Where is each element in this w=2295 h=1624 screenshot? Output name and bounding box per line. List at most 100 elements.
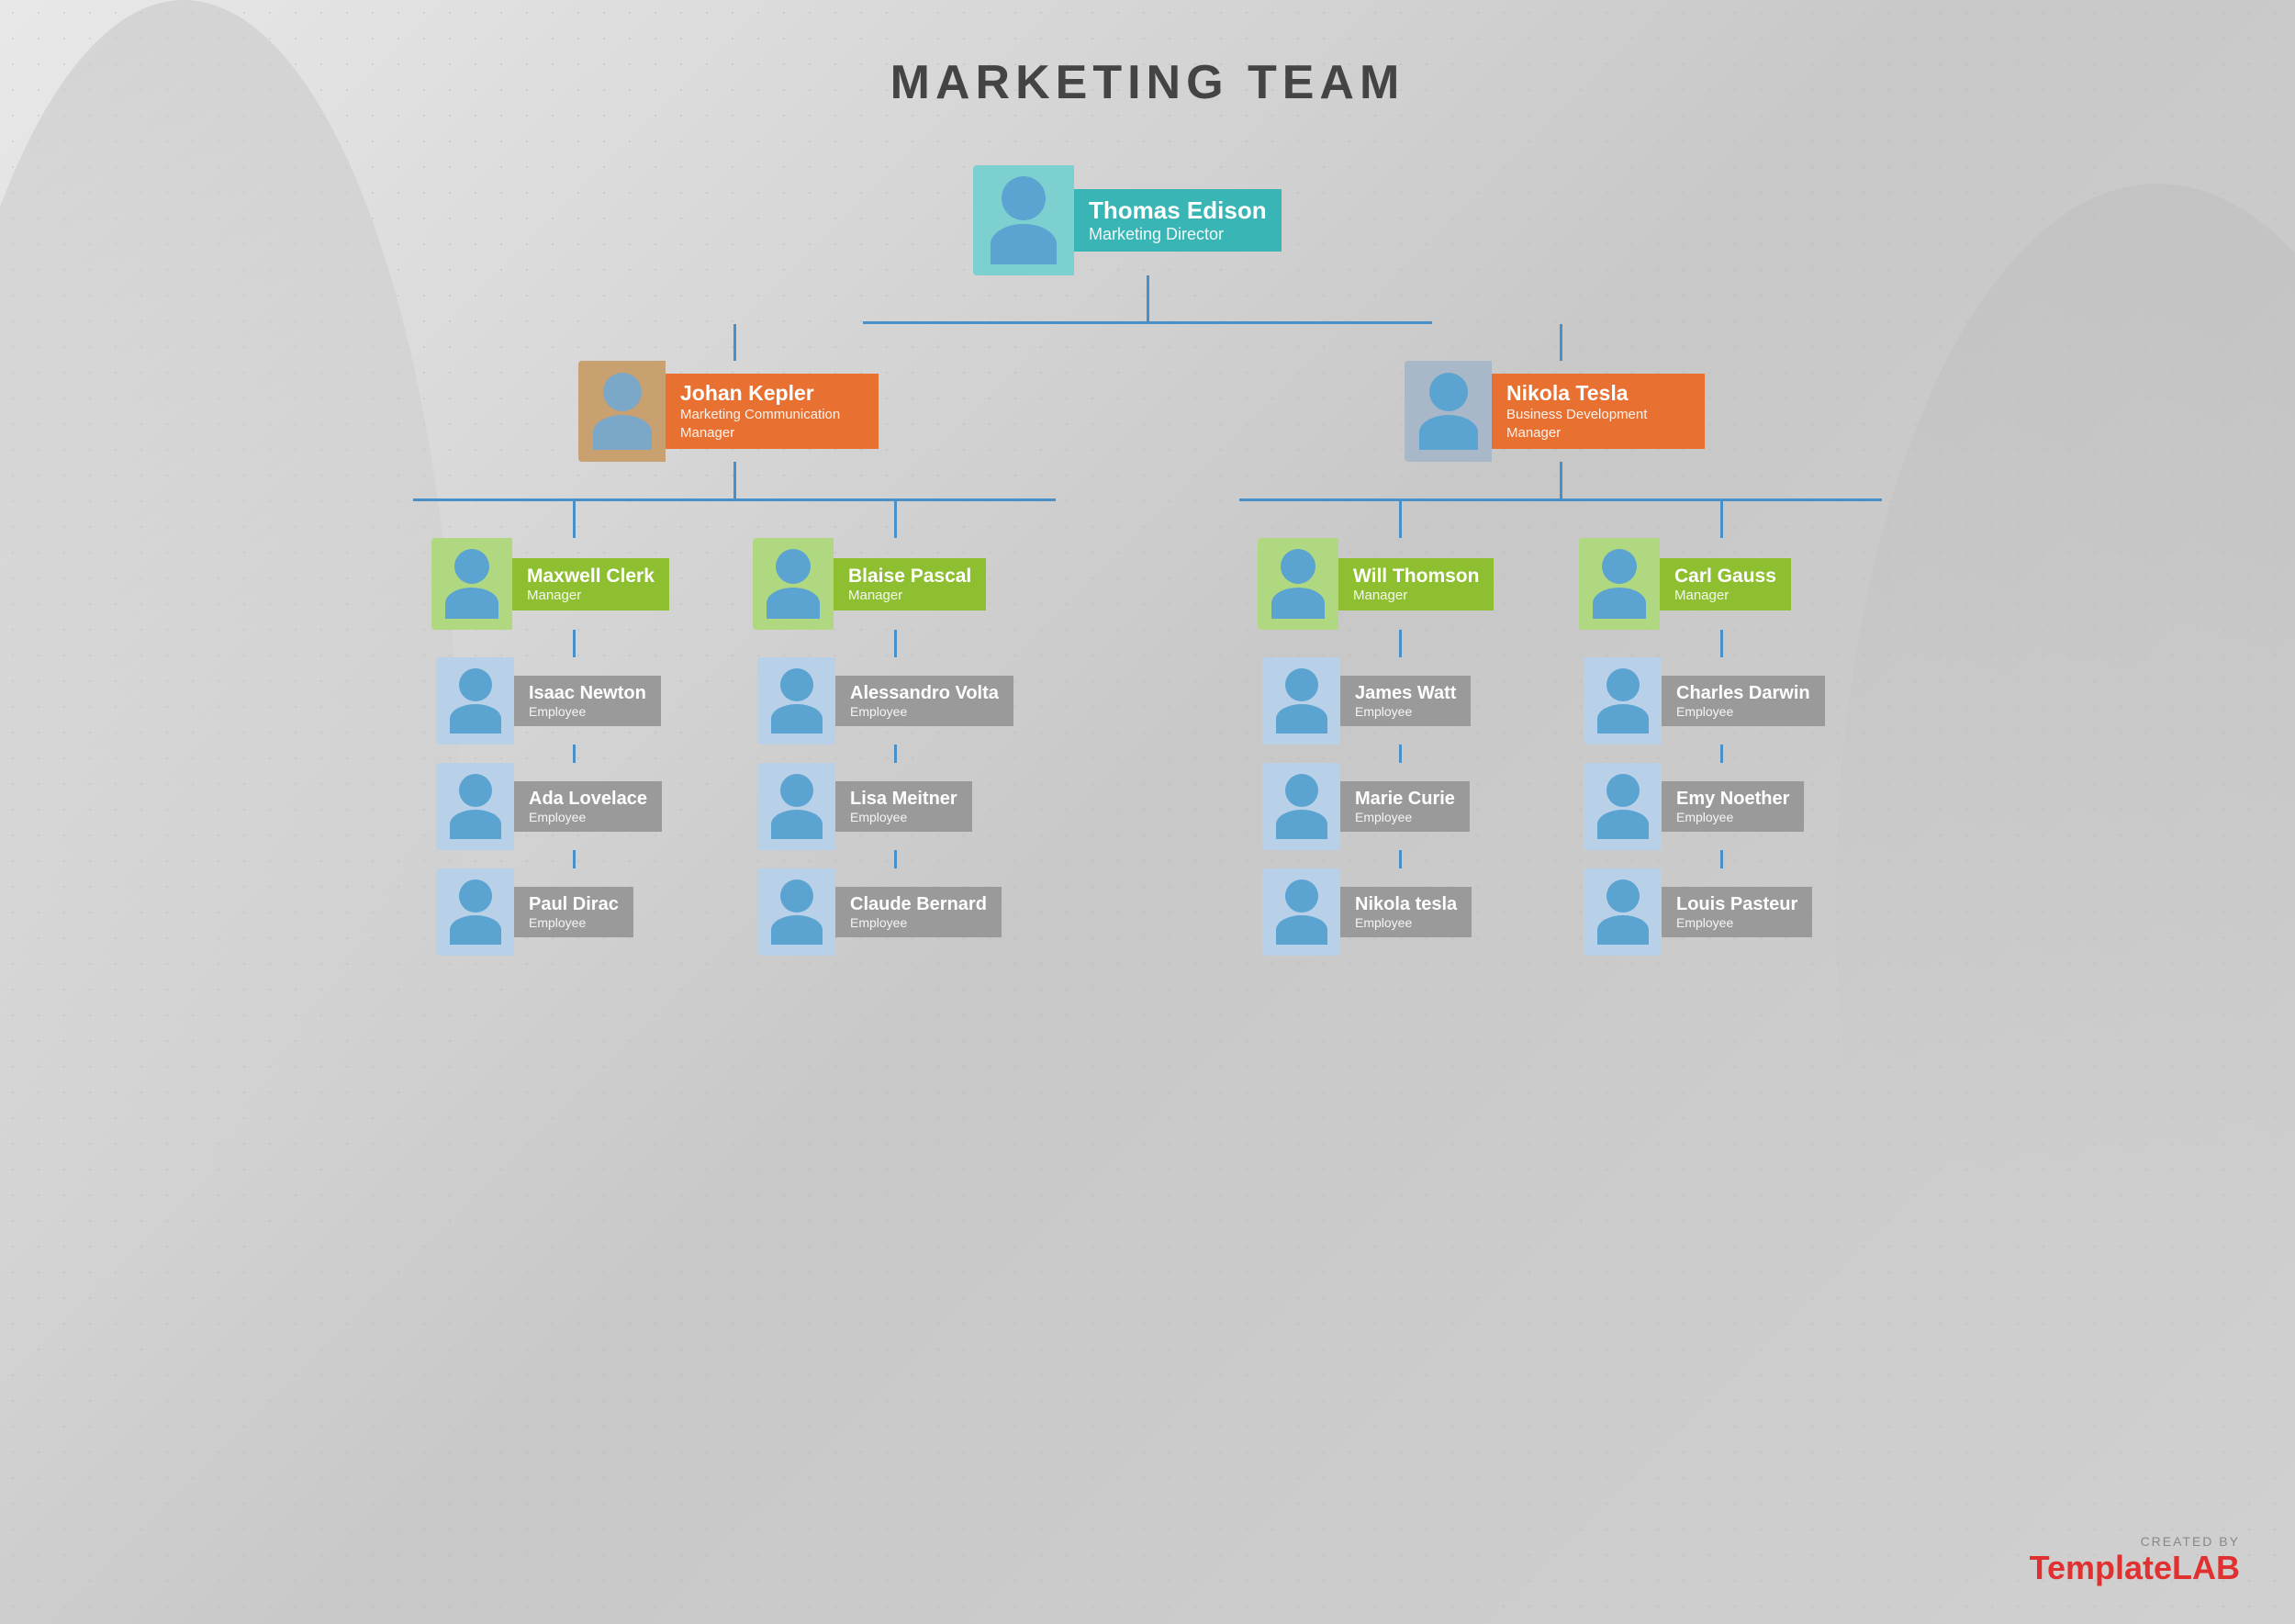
- l1-right-role: Business Development Manager: [1506, 406, 1690, 442]
- page-content: MARKETING TEAM Thomas Edison: [0, 0, 2295, 1029]
- l2-3-employees: James Watt Employee: [1262, 657, 1538, 956]
- page-title: MARKETING TEAM: [73, 55, 2222, 110]
- l3-2-2-info: Lisa Meitner Employee: [835, 781, 972, 832]
- conn-l1-left-v: [733, 324, 736, 361]
- l2-1-name: Maxwell Clerk: [527, 566, 655, 588]
- l3-3-2-avatar: [1262, 763, 1340, 850]
- l3-3-1-info: James Watt Employee: [1340, 676, 1471, 726]
- director-avatar: [973, 165, 1074, 275]
- director-silhouette: [991, 176, 1057, 264]
- director-name: Thomas Edison: [1089, 196, 1267, 225]
- l3-1-1-avatar: [436, 657, 514, 745]
- l3-3-1-name: James Watt: [1355, 683, 1456, 704]
- l2-4-node: Carl Gauss Manager: [1579, 538, 1864, 630]
- l2-right-children-row: Will Thomson Manager: [1239, 501, 1882, 956]
- l1-h-bar: [863, 321, 1432, 324]
- l3-4-1-avatar: [1584, 657, 1662, 745]
- l2-1-node: Maxwell Clerk Manager: [431, 538, 716, 630]
- l3-2-2-card: Lisa Meitner Employee: [757, 763, 1033, 850]
- l3-4-2-info: Emy Noether Employee: [1662, 781, 1804, 832]
- watermark-brand-colored: LAB: [2172, 1549, 2240, 1586]
- l2-1-card: Maxwell Clerk Manager: [431, 538, 716, 630]
- l3-3-3-info: Nikola tesla Employee: [1340, 887, 1472, 937]
- l3-4-3-role: Employee: [1676, 915, 1797, 930]
- l3-1-2-card: Ada Lovelace Employee: [436, 763, 711, 850]
- conn-l1-right-v: [1560, 324, 1562, 361]
- l3-3-3-node: Nikola tesla Employee: [1262, 868, 1538, 956]
- conn-l2-4-v: [1720, 501, 1723, 538]
- l2-1-employees: Isaac Newton Employee: [436, 657, 711, 956]
- l3-1-3-card: Paul Dirac Employee: [436, 868, 711, 956]
- l3-1-2-info: Ada Lovelace Employee: [514, 781, 662, 832]
- l3-2-3-card: Claude Bernard Employee: [757, 868, 1033, 956]
- l2-1-avatar: [431, 538, 512, 630]
- l3-4-2-node: Emy Noether Employee: [1584, 763, 1859, 850]
- l3-3-3-role: Employee: [1355, 915, 1457, 930]
- l2-3-card: Will Thomson Manager: [1258, 538, 1542, 630]
- l2-2-role: Manager: [848, 588, 971, 603]
- l3-2-1-card: Alessandro Volta Employee: [757, 657, 1033, 745]
- director-branch: Thomas Edison Marketing Director: [863, 165, 1432, 324]
- director-card: Thomas Edison Marketing Director: [973, 165, 1322, 275]
- l3-1-3-node: Paul Dirac Employee: [436, 868, 711, 956]
- director-info: Thomas Edison Marketing Director: [1074, 189, 1282, 252]
- l1-left-branch: Johan Kepler Marketing Communication Man…: [413, 324, 1056, 956]
- l3-1-1-info: Isaac Newton Employee: [514, 676, 661, 726]
- l3-4-3-info: Louis Pasteur Employee: [1662, 887, 1812, 937]
- l3-4-3-avatar: [1584, 868, 1662, 956]
- h-connector-l1: [863, 321, 1432, 324]
- l3-2-2-name: Lisa Meitner: [850, 789, 957, 810]
- l2-4-employees: Charles Darwin Employee: [1584, 657, 1859, 956]
- watermark: CREATED BY TemplateLAB: [2030, 1534, 2240, 1587]
- l3-3-2-info: Marie Curie Employee: [1340, 781, 1470, 832]
- l1-right-info: Nikola Tesla Business Development Manage…: [1492, 374, 1705, 449]
- l3-4-3-name: Louis Pasteur: [1676, 894, 1797, 915]
- l3-1-2-name: Ada Lovelace: [529, 789, 647, 810]
- l3-1-1-name: Isaac Newton: [529, 683, 646, 704]
- l2-4-card: Carl Gauss Manager: [1579, 538, 1864, 630]
- l2-2-avatar: [753, 538, 834, 630]
- l3-1-3-role: Employee: [529, 915, 619, 930]
- l1-left-node: Johan Kepler Marketing Communication Man…: [578, 361, 890, 462]
- l3-4-1-info: Charles Darwin Employee: [1662, 676, 1825, 726]
- l3-4-2-avatar: [1584, 763, 1662, 850]
- l3-4-2-card: Emy Noether Employee: [1584, 763, 1859, 850]
- l3-1-1-role: Employee: [529, 704, 646, 719]
- l2-4-branch: Carl Gauss Manager: [1561, 501, 1882, 956]
- l1-right-name: Nikola Tesla: [1506, 381, 1690, 406]
- l3-1-2-node: Ada Lovelace Employee: [436, 763, 711, 850]
- l3-4-1-card: Charles Darwin Employee: [1584, 657, 1859, 745]
- l3-2-2-role: Employee: [850, 810, 957, 824]
- l1-right-avatar: [1405, 361, 1492, 462]
- conn-l2-1-v: [573, 501, 576, 538]
- avatar-body: [593, 415, 652, 450]
- l3-2-3-name: Claude Bernard: [850, 894, 987, 915]
- l2-2-employees: Alessandro Volta Employee: [757, 657, 1033, 956]
- l3-3-3-name: Nikola tesla: [1355, 894, 1457, 915]
- watermark-brand: TemplateLAB: [2030, 1549, 2240, 1587]
- l1-left-silhouette: [593, 373, 652, 450]
- l3-2-1-info: Alessandro Volta Employee: [835, 676, 1013, 726]
- l3-1-3-name: Paul Dirac: [529, 894, 619, 915]
- l3-2-3-role: Employee: [850, 915, 987, 930]
- l3-1-2-role: Employee: [529, 810, 647, 824]
- l2-3-avatar: [1258, 538, 1338, 630]
- l2-4-role: Manager: [1674, 588, 1776, 603]
- director-role: Marketing Director: [1089, 225, 1267, 244]
- l1-left-vtop: [733, 324, 736, 361]
- director-node: Thomas Edison Marketing Director: [973, 165, 1322, 275]
- l2-3-role: Manager: [1353, 588, 1479, 603]
- l2-4-name: Carl Gauss: [1674, 566, 1776, 588]
- l3-2-2-node: Lisa Meitner Employee: [757, 763, 1033, 850]
- l1-right-card: Nikola Tesla Business Development Manage…: [1405, 361, 1717, 462]
- avatar-body: [991, 224, 1057, 264]
- l2-4-avatar: [1579, 538, 1660, 630]
- l1-left-name: Johan Kepler: [680, 381, 864, 406]
- l3-1-2-avatar: [436, 763, 514, 850]
- conn-l1-left-v2: [733, 462, 736, 498]
- l3-4-3-node: Louis Pasteur Employee: [1584, 868, 1859, 956]
- l3-1-3-info: Paul Dirac Employee: [514, 887, 633, 937]
- l3-2-1-node: Alessandro Volta Employee: [757, 657, 1033, 745]
- l3-3-1-node: James Watt Employee: [1262, 657, 1538, 745]
- l1-left-info: Johan Kepler Marketing Communication Man…: [666, 374, 879, 449]
